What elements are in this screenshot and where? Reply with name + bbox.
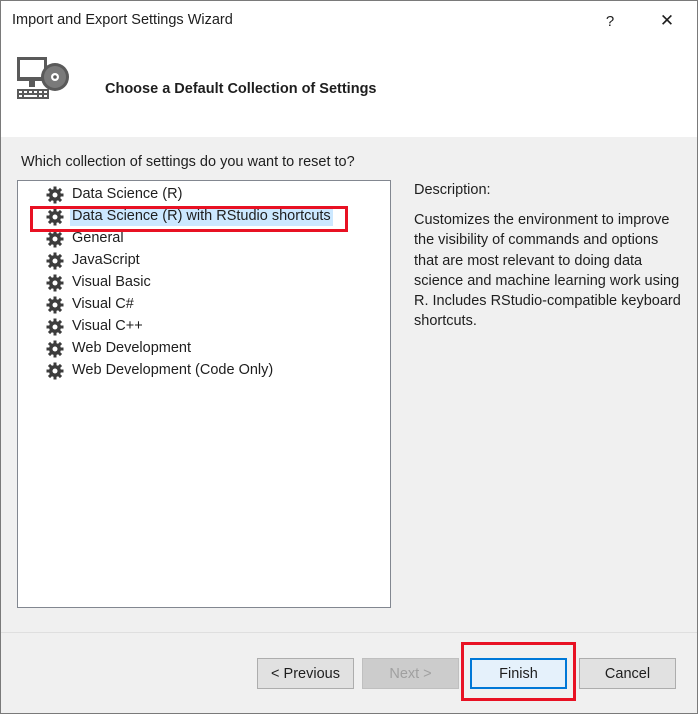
button-bar: < Previous Next > Finish Cancel [1, 632, 697, 713]
help-icon: ? [605, 12, 615, 30]
list-item-label: Visual Basic [72, 274, 151, 290]
settings-collection-list[interactable]: Data Science (R) Data Science (R) with R… [17, 180, 391, 608]
gear-icon [46, 252, 64, 269]
list-item-label: General [72, 230, 124, 246]
gear-icon [46, 186, 64, 203]
list-item-label: Web Development [72, 340, 192, 356]
settings-wizard-icon [17, 57, 69, 99]
list-item-label: JavaScript [72, 252, 140, 268]
list-item[interactable]: Visual C# [46, 294, 136, 315]
finish-button[interactable]: Finish [470, 658, 567, 689]
close-button[interactable]: ✕ [647, 7, 687, 35]
list-item-label: Visual C# [72, 296, 134, 312]
list-item-label: Data Science (R) with RStudio shortcuts [70, 207, 333, 226]
list-item-label: Visual C++ [72, 318, 143, 334]
wizard-header: Choose a Default Collection of Settings [1, 41, 697, 137]
close-icon: ✕ [659, 11, 675, 30]
list-item-label: Data Science (R) [72, 186, 183, 202]
list-item[interactable]: JavaScript [46, 250, 142, 271]
description-heading: Description: [414, 182, 491, 198]
window-title: Import and Export Settings Wizard [12, 12, 233, 28]
gear-icon [46, 296, 64, 313]
description-text: Customizes the environment to improve th… [414, 212, 681, 330]
wizard-window: Import and Export Settings Wizard ? ✕ Ch… [0, 0, 698, 714]
prompt-label: Which collection of settings do you want… [21, 154, 355, 170]
cancel-button[interactable]: Cancel [579, 658, 676, 689]
page-title: Choose a Default Collection of Settings [105, 81, 377, 97]
list-item-selected[interactable]: Data Science (R) with RStudio shortcuts [46, 206, 333, 227]
gear-icon [46, 274, 64, 291]
title-bar: Import and Export Settings Wizard ? ✕ [1, 1, 697, 41]
list-item[interactable]: General [46, 228, 126, 249]
list-item[interactable]: Data Science (R) [46, 184, 184, 205]
gear-icon [46, 208, 64, 225]
previous-button[interactable]: < Previous [257, 658, 354, 689]
next-button[interactable]: Next > [362, 658, 459, 689]
help-button[interactable]: ? [590, 7, 630, 35]
gear-icon [46, 230, 64, 247]
list-item[interactable]: Visual Basic [46, 272, 153, 293]
list-item-label: Web Development (Code Only) [72, 362, 274, 378]
list-item[interactable]: Web Development [46, 338, 193, 359]
gear-icon [46, 318, 64, 335]
gear-icon [46, 362, 64, 379]
gear-icon [46, 340, 64, 357]
list-item[interactable]: Web Development (Code Only) [46, 360, 275, 381]
content-panel: Which collection of settings do you want… [1, 137, 697, 632]
list-item[interactable]: Visual C++ [46, 316, 145, 337]
